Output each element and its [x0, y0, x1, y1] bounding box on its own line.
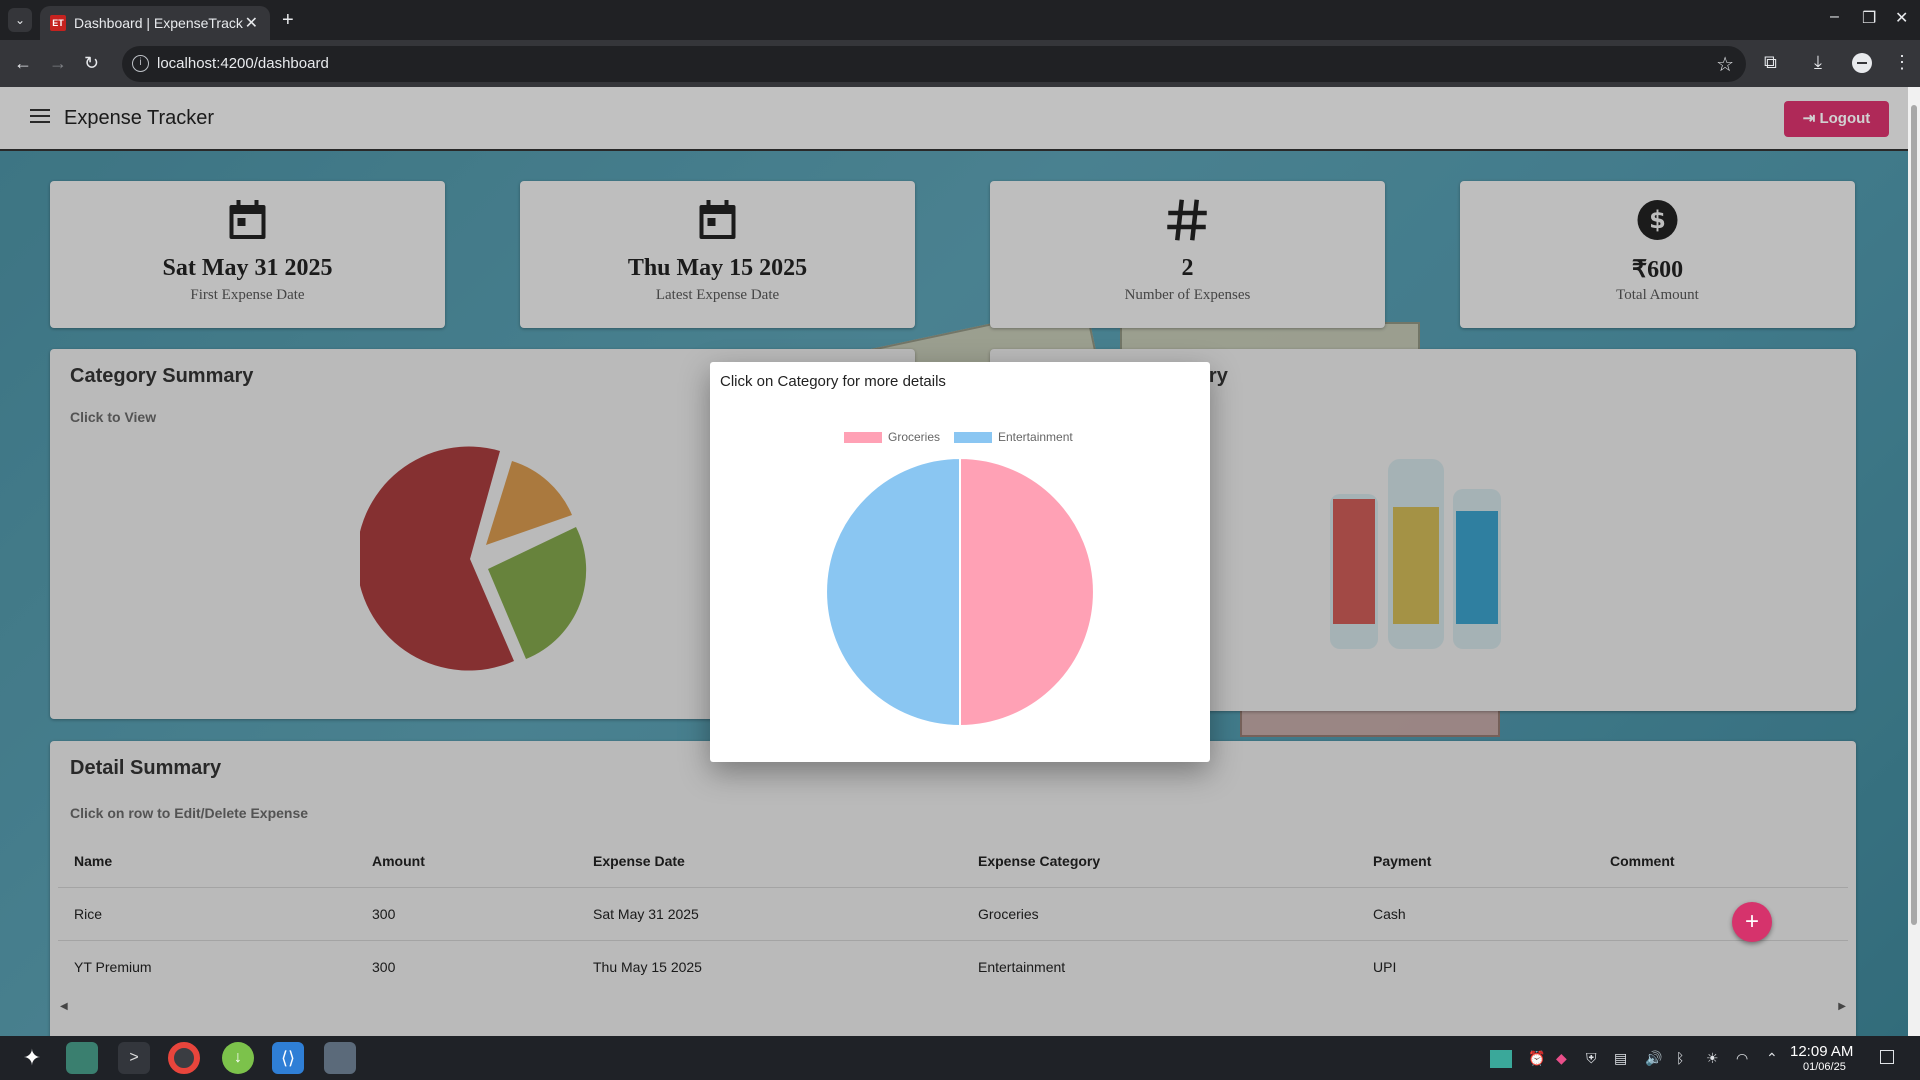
- browser-toolbar: ← → ↻ i localhost:4200/dashboard ☆ ⧉ ⤓ ⋮: [0, 40, 1920, 87]
- bookmark-star-icon[interactable]: ☆: [1716, 52, 1734, 77]
- browser-tab[interactable]: ET Dashboard | ExpenseTrack ✕: [40, 6, 270, 40]
- address-bar[interactable]: i localhost:4200/dashboard ☆: [122, 46, 1746, 82]
- bluetooth-icon[interactable]: ᛒ: [1676, 1050, 1684, 1066]
- category-pie-chart[interactable]: [820, 452, 1100, 732]
- browser-tab-bar: ⌄ ET Dashboard | ExpenseTrack ✕ + – ❐ ✕: [0, 0, 1920, 40]
- more-menu-icon[interactable]: ⋮: [1893, 52, 1911, 73]
- app-launcher-icon[interactable]: ✦: [16, 1042, 48, 1074]
- url-text[interactable]: localhost:4200/dashboard: [157, 55, 329, 72]
- tab-title: Dashboard | ExpenseTrack: [74, 15, 243, 31]
- legend-item[interactable]: Entertainment: [954, 430, 1073, 444]
- close-icon[interactable]: ✕: [245, 13, 258, 33]
- legend-swatch: [844, 432, 882, 443]
- notification-icon[interactable]: ⏰: [1528, 1050, 1545, 1067]
- clock-date[interactable]: 01/06/25: [1803, 1061, 1846, 1073]
- scrollbar-thumb[interactable]: [1911, 105, 1917, 925]
- legend-label: Groceries: [888, 430, 941, 444]
- restore-icon[interactable]: ❐: [1862, 8, 1876, 28]
- terminal-icon[interactable]: >: [118, 1042, 150, 1074]
- clipboard-icon[interactable]: ▤: [1614, 1050, 1627, 1067]
- download-manager-icon[interactable]: ↓: [222, 1042, 254, 1074]
- brightness-icon[interactable]: ☀: [1706, 1050, 1719, 1067]
- download-icon[interactable]: ⤓: [1814, 52, 1822, 73]
- window-close-icon[interactable]: ✕: [1895, 8, 1908, 28]
- app-tray-icon[interactable]: ◆: [1556, 1050, 1567, 1067]
- tab-search-button[interactable]: ⌄: [8, 8, 32, 32]
- site-info-icon[interactable]: i: [132, 55, 149, 72]
- show-desktop-icon[interactable]: [1880, 1050, 1894, 1064]
- extensions-icon[interactable]: ⧉: [1764, 52, 1777, 73]
- shield-icon[interactable]: ⛨: [1586, 1050, 1597, 1067]
- reload-icon[interactable]: ↻: [84, 52, 99, 74]
- legend-item[interactable]: Groceries: [844, 430, 940, 444]
- legend-swatch: [954, 432, 992, 443]
- vscode-icon[interactable]: ⟨⟩: [272, 1042, 304, 1074]
- dialog-title: Click on Category for more details: [720, 373, 946, 390]
- new-tab-button[interactable]: +: [282, 8, 294, 32]
- legend-label: Entertainment: [998, 430, 1073, 444]
- chrome-icon[interactable]: [168, 1042, 200, 1074]
- taskbar: ✦ > ↓ ⟨⟩ ⏰ ◆ ⛨ ▤ 🔊 ᛒ ☀ ◠ ⌃ 12:09 AM 01/0…: [0, 1036, 1920, 1080]
- profile-avatar[interactable]: [1852, 53, 1872, 73]
- favicon-icon: ET: [50, 15, 66, 31]
- workspace-icon[interactable]: [1490, 1050, 1512, 1068]
- app-viewport: Expense Tracker ⇥ Logout Sat May 31 2025…: [0, 87, 1920, 1036]
- clock-time[interactable]: 12:09 AM: [1790, 1043, 1853, 1060]
- wifi-icon[interactable]: ◠: [1736, 1050, 1748, 1067]
- pie-slice-entertainment[interactable]: [825, 456, 961, 728]
- back-arrow-icon[interactable]: ←: [14, 52, 32, 74]
- category-details-dialog: Click on Category for more details Groce…: [710, 362, 1210, 762]
- minimize-icon[interactable]: –: [1830, 8, 1839, 26]
- pie-slice-groceries[interactable]: [959, 456, 1095, 728]
- tray-expand-icon[interactable]: ⌃: [1766, 1050, 1778, 1067]
- volume-icon[interactable]: 🔊: [1645, 1050, 1662, 1067]
- file-manager-icon[interactable]: [66, 1042, 98, 1074]
- forward-arrow-icon[interactable]: →: [49, 52, 67, 74]
- page-scrollbar[interactable]: [1908, 87, 1920, 1036]
- screenshot-tool-icon[interactable]: [324, 1042, 356, 1074]
- add-expense-button[interactable]: +: [1732, 902, 1772, 942]
